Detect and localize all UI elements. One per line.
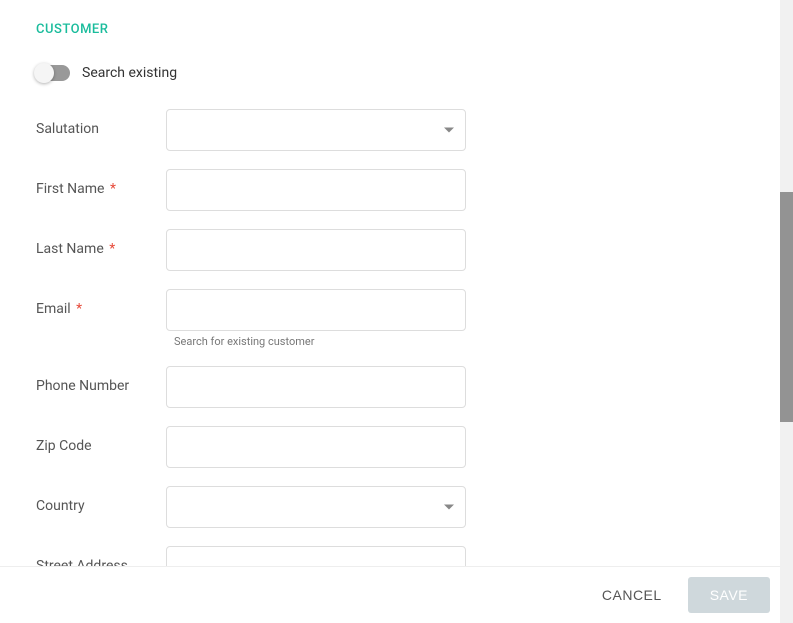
label-text: Street Address [36,558,128,566]
last-name-input-wrap [166,229,466,271]
label-text: Country [36,498,85,514]
label-text: Salutation [36,121,99,137]
street-address-input-wrap [166,546,466,566]
street-address-input[interactable] [166,546,466,566]
email-input[interactable] [166,289,466,331]
label-text: First Name [36,181,104,197]
required-mark: * [109,241,115,257]
zip-code-input[interactable] [166,426,466,468]
cancel-button[interactable]: CANCEL [584,577,680,613]
salutation-input-wrap [166,109,466,151]
save-button[interactable]: SAVE [688,577,770,613]
salutation-select[interactable] [166,109,466,151]
form-scroll-area: CUSTOMER Search existing Salutation Firs… [0,0,780,566]
required-mark: * [110,181,116,197]
section-title: CUSTOMER [0,0,780,37]
street-address-row: Street Address [36,546,780,566]
country-select[interactable] [166,486,466,528]
zip-code-input-wrap [166,426,466,468]
required-mark: * [76,301,82,317]
first-name-label: First Name * [36,169,166,197]
zip-code-row: Zip Code [36,426,780,468]
first-name-input[interactable] [166,169,466,211]
search-existing-row: Search existing [0,37,780,81]
last-name-label: Last Name * [36,229,166,257]
email-label: Email * [36,289,166,317]
country-label: Country [36,486,166,514]
first-name-row: First Name * [36,169,780,211]
salutation-label: Salutation [36,109,166,137]
footer-action-bar: CANCEL SAVE [0,566,780,623]
country-input-wrap [166,486,466,528]
label-text: Phone Number [36,378,129,394]
email-helper-text: Search for existing customer [166,335,466,348]
label-text: Zip Code [36,438,92,454]
phone-number-label: Phone Number [36,366,166,394]
search-existing-label: Search existing [82,65,177,81]
last-name-row: Last Name * [36,229,780,271]
phone-number-input-wrap [166,366,466,408]
phone-number-row: Phone Number [36,366,780,408]
salutation-row: Salutation [36,109,780,151]
last-name-input[interactable] [166,229,466,271]
toggle-knob [34,63,54,83]
country-row: Country [36,486,780,528]
zip-code-label: Zip Code [36,426,166,454]
phone-number-input[interactable] [166,366,466,408]
email-input-wrap: Search for existing customer [166,289,466,348]
label-text: Last Name [36,241,104,257]
first-name-input-wrap [166,169,466,211]
label-text: Email [36,301,71,317]
search-existing-toggle[interactable] [36,65,70,81]
street-address-label: Street Address [36,546,166,566]
customer-form: Salutation First Name * Last Name * [0,81,780,566]
page-scrollbar-thumb[interactable] [780,192,793,422]
email-row: Email * Search for existing customer [36,289,780,348]
